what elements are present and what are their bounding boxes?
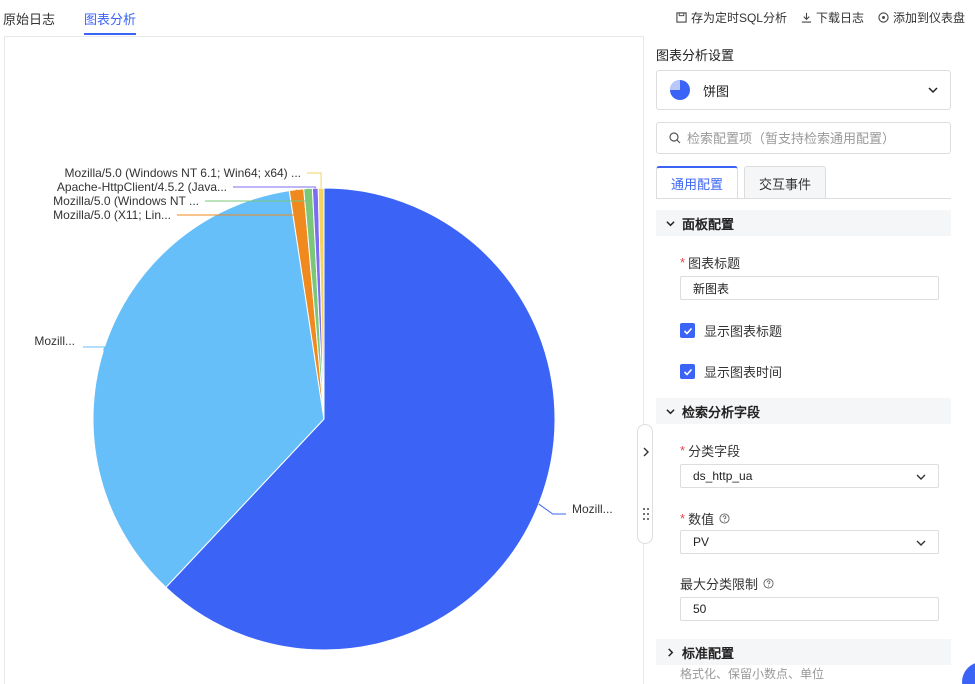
chevron-down-icon — [666, 220, 675, 226]
required-mark: * — [680, 511, 686, 526]
category-field-select[interactable]: ds_http_ua — [680, 464, 939, 488]
top-bar: 原始日志 图表分析 存为定时SQL分析 下载日志 添加到仪表盘 — [0, 0, 975, 36]
pie-leader-line — [233, 186, 316, 189]
chevron-right-icon — [643, 447, 649, 457]
chevron-down-icon — [666, 408, 675, 414]
category-field-label: * 分类字段 — [680, 441, 740, 460]
tab-chart-analysis[interactable]: 图表分析 — [84, 9, 137, 35]
chart-type-label: 饼图 — [703, 83, 730, 99]
save-icon — [676, 12, 687, 23]
pie-slice-label: Mozilla/5.0 (X11; Lin... — [53, 208, 171, 222]
panel-title: 图表分析设置 — [656, 48, 735, 63]
tab-interaction-events[interactable]: 交互事件 — [744, 166, 827, 199]
check-icon — [683, 327, 692, 335]
chart-area: Mozill... Mozill... Mozilla/5.0 (X11; Lin.… — [4, 36, 644, 684]
save-sql-label: 存为定时SQL分析 — [690, 11, 787, 25]
chevron-right-icon — [668, 647, 674, 657]
value-field-value: PV — [693, 535, 710, 549]
pie-slice-label: Apache-HttpClient/4.5.2 (Java... — [57, 180, 227, 194]
required-mark: * — [680, 443, 686, 458]
section-panel-config-label: 面板配置 — [682, 216, 735, 232]
pie-leader-line — [307, 172, 322, 189]
max-category-input[interactable]: 50 — [680, 597, 939, 621]
value-field-select[interactable]: PV — [680, 530, 939, 554]
max-category-label-text: 最大分类限制 — [680, 577, 759, 592]
toolbar-actions: 存为定时SQL分析 下载日志 添加到仪表盘 — [676, 9, 965, 26]
tab-general-config[interactable]: 通用配置 — [656, 166, 739, 199]
chevron-down-icon — [916, 474, 926, 480]
standard-config-hint: 格式化、保留小数点、单位 — [680, 667, 825, 681]
help-icon[interactable] — [719, 513, 730, 524]
panel-collapse-handle[interactable] — [637, 424, 653, 544]
download-logs-button[interactable]: 下载日志 — [801, 9, 864, 26]
value-field-label: * 数值 — [680, 509, 730, 528]
category-field-label-text: 分类字段 — [688, 444, 741, 459]
max-category-label: 最大分类限制 — [680, 574, 774, 593]
pie-chart-icon — [670, 80, 690, 100]
show-title-checkbox[interactable]: 显示图表标题 — [680, 321, 782, 340]
show-title-label: 显示图表标题 — [704, 324, 783, 339]
chart-type-select[interactable]: 饼图 — [656, 70, 951, 110]
pie-leader-line — [538, 503, 566, 515]
chart-title-label-text: 图表标题 — [688, 256, 741, 271]
show-time-label: 显示图表时间 — [704, 365, 783, 380]
pie-chart: Mozill... Mozill... Mozilla/5.0 (X11; Lin.… — [34, 166, 613, 651]
search-input[interactable] — [687, 130, 937, 146]
drag-grip-icon[interactable] — [642, 507, 650, 521]
checkbox-checked[interactable] — [680, 323, 695, 338]
tabs-divider — [656, 198, 951, 199]
save-sql-button[interactable]: 存为定时SQL分析 — [676, 9, 787, 26]
tab-raw-logs[interactable]: 原始日志 — [3, 9, 55, 35]
chart-title-label: * 图表标题 — [680, 253, 740, 272]
pie-slice-label: Mozilla/5.0 (Windows NT ... — [53, 194, 199, 208]
add-dashboard-button[interactable]: 添加到仪表盘 — [878, 9, 965, 26]
value-field-label-text: 数值 — [688, 512, 715, 527]
section-standard-config[interactable]: 标准配置 — [656, 639, 951, 665]
chart-title-input[interactable]: 新图表 — [680, 276, 939, 300]
pie-slice-label: Mozilla/5.0 (Windows NT 6.1; Win64; x64)… — [64, 166, 301, 180]
download-label: 下载日志 — [815, 11, 864, 25]
help-fab-button[interactable] — [962, 662, 975, 684]
help-icon[interactable] — [763, 578, 774, 589]
checkbox-checked[interactable] — [680, 364, 695, 379]
section-analysis-fields-label: 检索分析字段 — [682, 404, 761, 420]
category-field-value: ds_http_ua — [693, 469, 753, 483]
chart-settings-panel: 图表分析设置 饼图 通用配置 交互事件 面板配置 * 图表标题 新图表 显示图表… — [656, 36, 952, 684]
add-dashboard-label: 添加到仪表盘 — [892, 11, 965, 25]
settings-tabs: 通用配置 交互事件 — [656, 166, 827, 199]
section-standard-config-label: 标准配置 — [682, 645, 735, 661]
section-panel-config[interactable]: 面板配置 — [656, 210, 951, 236]
show-time-checkbox[interactable]: 显示图表时间 — [680, 362, 782, 381]
download-icon — [801, 12, 812, 23]
section-analysis-fields[interactable]: 检索分析字段 — [656, 398, 951, 424]
chevron-down-icon — [916, 540, 926, 546]
required-mark: * — [680, 255, 686, 270]
pie-slice-label: Mozill... — [34, 334, 75, 348]
chevron-down-icon — [928, 87, 938, 94]
pie-leader-line — [83, 346, 106, 351]
config-search[interactable] — [656, 122, 951, 154]
add-circle-icon — [878, 12, 889, 23]
check-icon — [683, 368, 692, 376]
pie-slice-label: Mozill... — [572, 502, 613, 516]
search-icon — [669, 132, 681, 144]
